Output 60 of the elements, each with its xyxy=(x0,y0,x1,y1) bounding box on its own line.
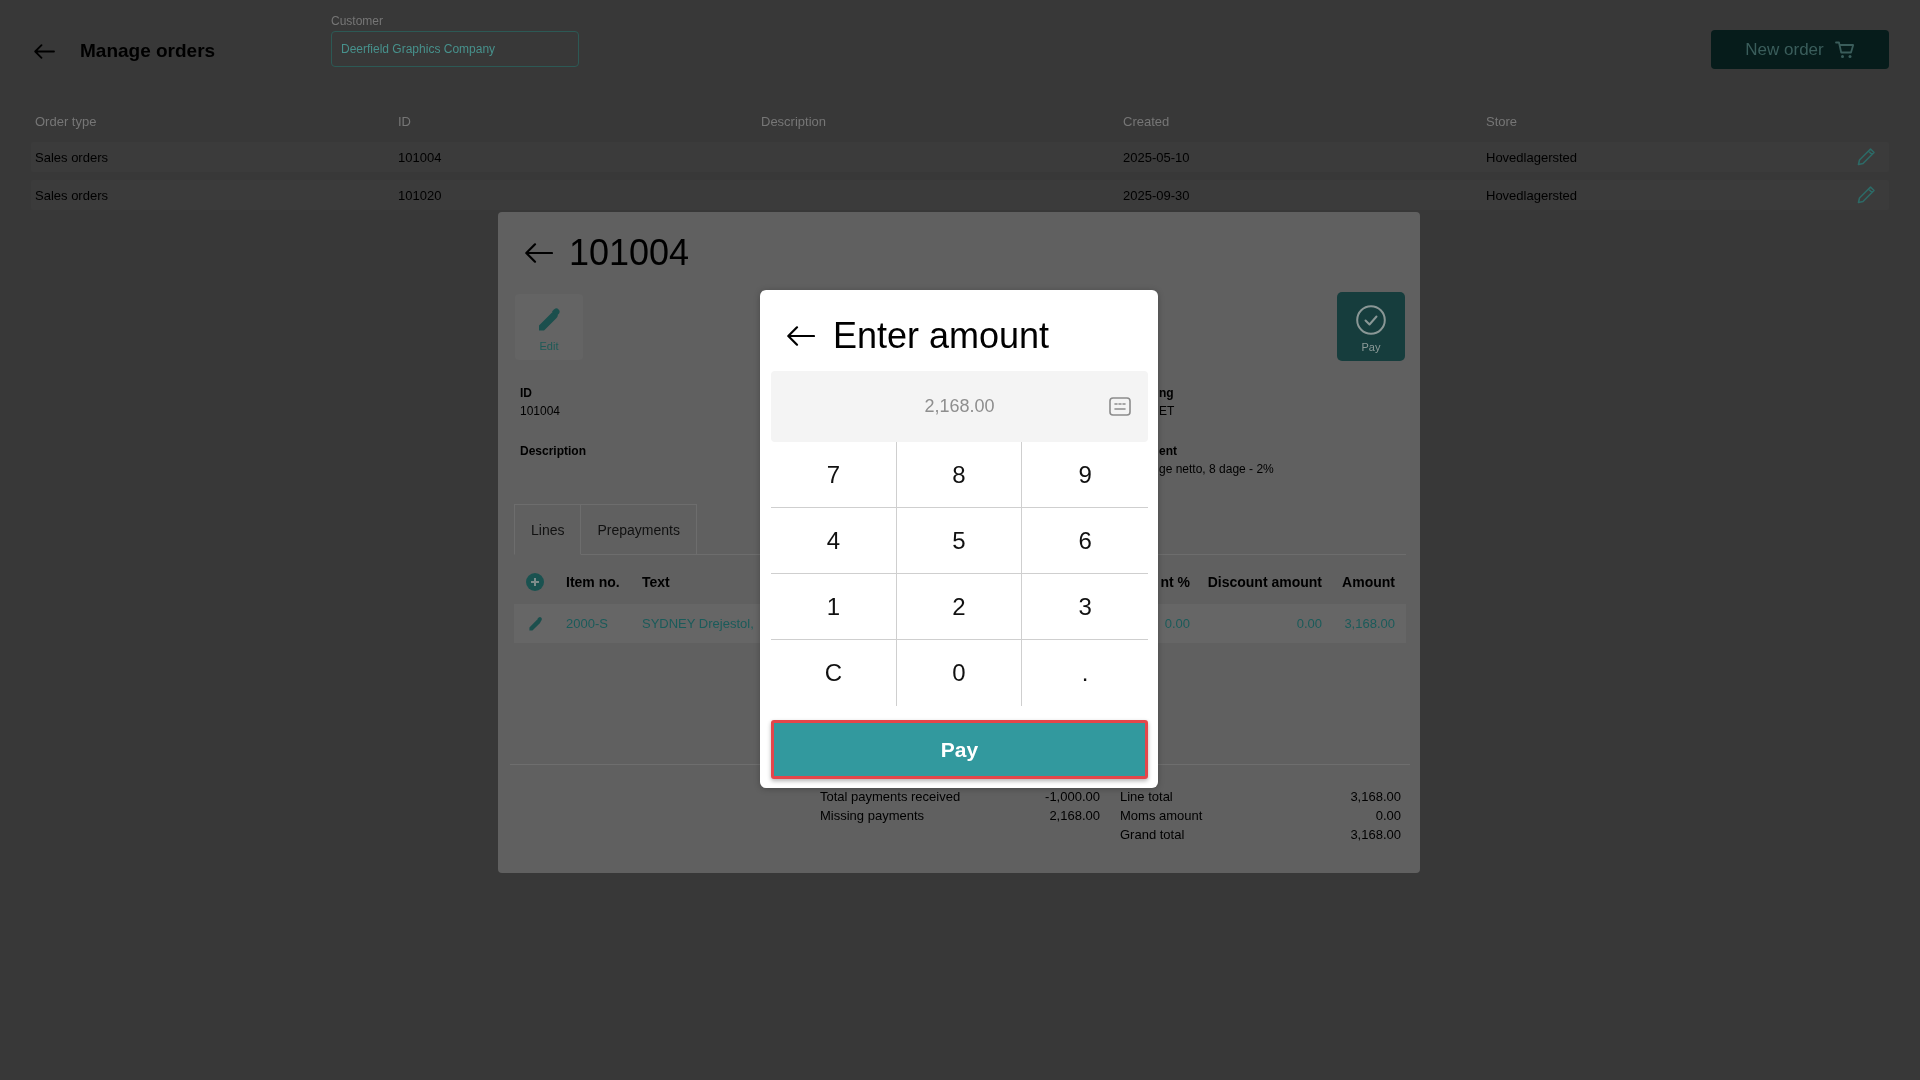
keypad-key[interactable]: 2 xyxy=(896,574,1023,640)
column-header: Created xyxy=(1123,113,1171,129)
customer-label: Customer xyxy=(331,14,384,28)
table-cell-text: 2000-S xyxy=(566,616,609,631)
table-cell-text: 3,168.00 xyxy=(1343,616,1395,631)
column-header: Text xyxy=(642,574,671,590)
cart-icon xyxy=(1834,40,1855,59)
table-cell-text: 101004 xyxy=(398,149,443,165)
pencil-icon[interactable] xyxy=(1856,185,1877,205)
field-label: Description xyxy=(520,443,586,459)
column-header: Order type xyxy=(35,113,98,129)
back-arrow-icon[interactable] xyxy=(787,325,815,346)
table-cell-text: 101020 xyxy=(398,187,443,203)
summary-label: Missing payments xyxy=(820,807,925,825)
column-header: ID xyxy=(398,113,412,129)
dialog-title: Enter amount xyxy=(833,314,1050,357)
column-header: nt % xyxy=(1159,574,1190,590)
table-cell-text: Sales orders xyxy=(35,187,109,203)
summary-value: 2,168.00 xyxy=(1049,807,1100,825)
keypad-key[interactable]: 7 xyxy=(771,442,897,508)
summary-value: 3,168.00 xyxy=(1350,826,1401,844)
summary-label: Grand total xyxy=(1120,826,1185,844)
field-label: ID xyxy=(520,385,532,401)
field-label: ent xyxy=(1159,443,1177,459)
summary-label: Line total xyxy=(1120,788,1173,806)
table-cell-text: 2025-09-30 xyxy=(1123,187,1191,203)
summary-value: 0.00 xyxy=(1375,807,1401,825)
table-cell-text: 0.00 xyxy=(1163,616,1190,631)
table-cell-text: 0.00 xyxy=(1295,616,1322,631)
field-label: ng xyxy=(1159,385,1174,401)
keyboard-icon[interactable] xyxy=(1109,397,1131,416)
field-value: ge netto, 8 dage - 2% xyxy=(1159,461,1274,477)
column-header: Store xyxy=(1486,113,1519,129)
keypad-key[interactable]: 4 xyxy=(771,508,897,574)
column-header: Item no. xyxy=(566,574,621,590)
table-cell-text: Sales orders xyxy=(35,149,109,165)
table-cell-text: Hovedlagersted xyxy=(1486,149,1579,165)
field-value: ET xyxy=(1159,403,1175,419)
summary-value: -1,000.00 xyxy=(1045,788,1100,806)
table-cell-text: 2025-05-10 xyxy=(1123,149,1191,165)
keypad-key[interactable]: 8 xyxy=(896,442,1023,508)
plus-circle-icon[interactable] xyxy=(526,573,544,591)
summary-value: 3,168.00 xyxy=(1350,788,1401,806)
summary-label: Total payments received xyxy=(820,788,961,806)
keypad-key[interactable]: 1 xyxy=(771,574,897,640)
column-header: Discount amount xyxy=(1206,574,1322,590)
table-cell-text: SYDNEY Drejestol, xyxy=(642,616,755,631)
pencil-icon[interactable] xyxy=(527,615,544,632)
pay-button[interactable]: Pay xyxy=(1337,292,1405,361)
summary-label: Moms amount xyxy=(1120,807,1203,825)
order-title: 101004 xyxy=(569,231,690,275)
table-cell-text: Hovedlagersted xyxy=(1486,187,1579,203)
column-header: Amount xyxy=(1341,574,1395,590)
check-circle-icon xyxy=(1356,305,1386,335)
pencil-icon[interactable] xyxy=(1856,147,1877,167)
page-title: Manage orders xyxy=(80,39,216,63)
amount-field[interactable]: 2,168.00 xyxy=(771,371,1148,442)
keypad-key[interactable]: 5 xyxy=(896,508,1023,574)
column-header: Description xyxy=(761,113,828,129)
field-value: 101004 xyxy=(520,403,561,419)
